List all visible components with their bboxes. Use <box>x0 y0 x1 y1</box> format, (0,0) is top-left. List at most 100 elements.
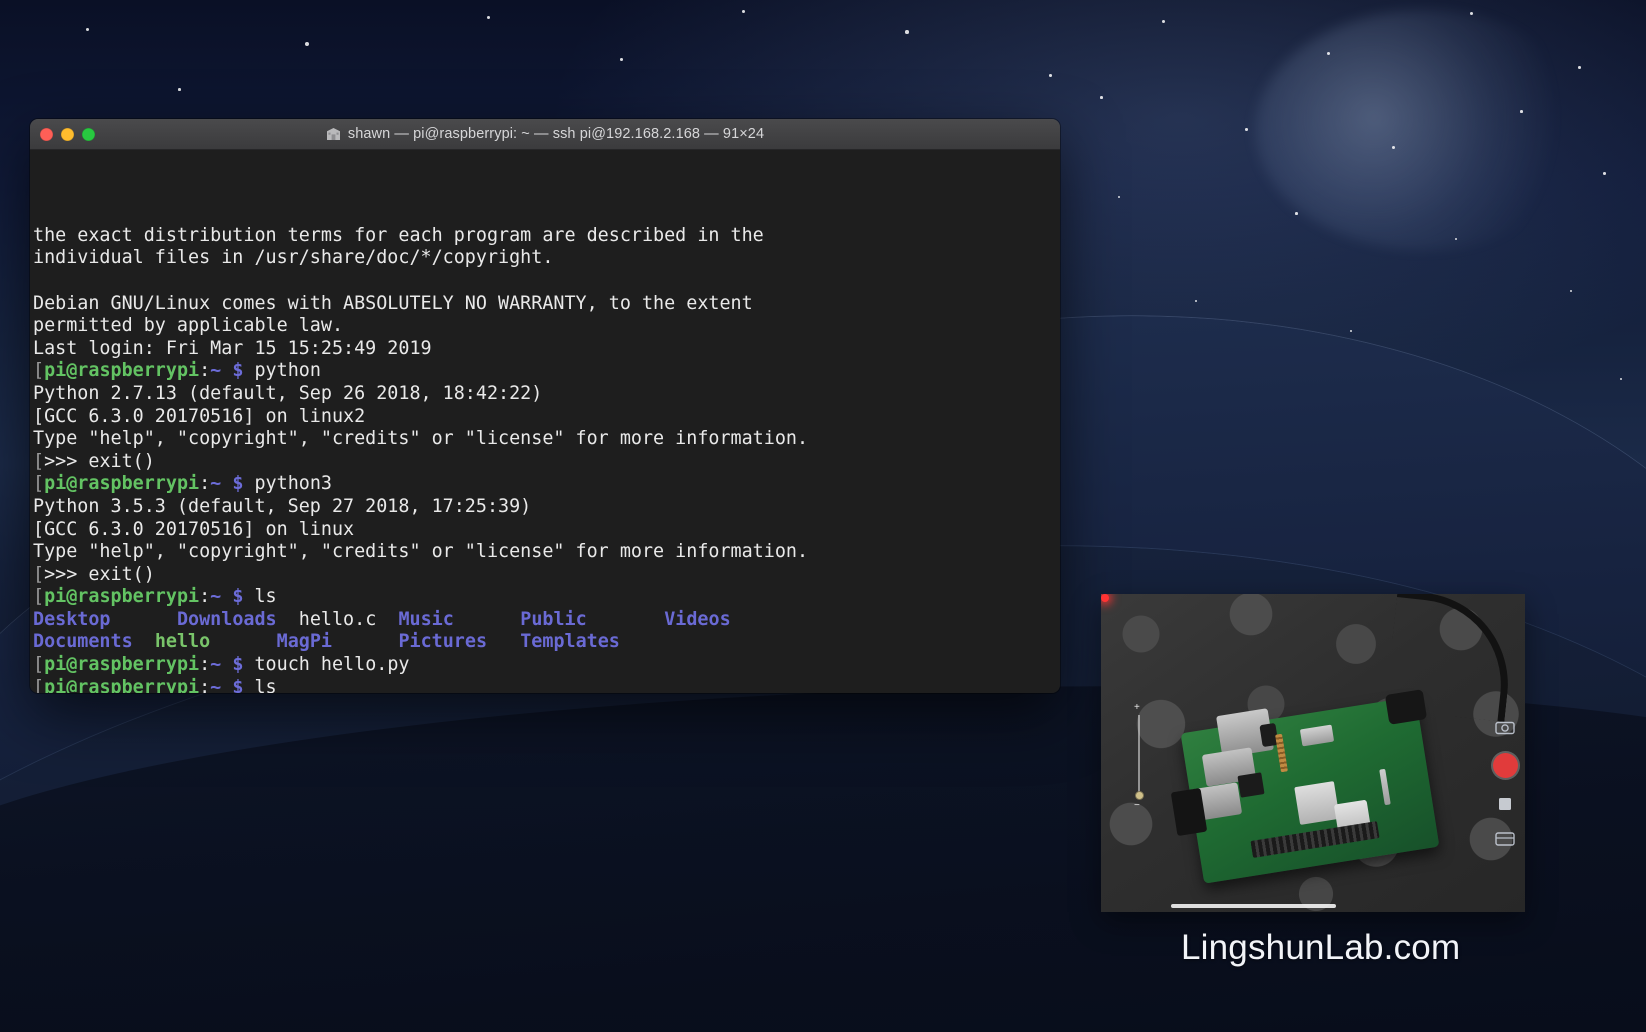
zoom-in-label: + <box>1134 702 1140 713</box>
record-button[interactable] <box>1492 753 1518 778</box>
star <box>1570 290 1573 293</box>
star <box>1162 20 1166 24</box>
close-button[interactable] <box>40 127 53 141</box>
prompt-user-host: pi@raspberrypi <box>44 360 200 382</box>
terminal-title-bar[interactable]: shawn — pi@raspberrypi: ~ — ssh pi@192.1… <box>30 119 1060 150</box>
ls-gap <box>454 609 520 630</box>
terminal-output-area[interactable]: the exact distribution terms for each pr… <box>30 150 1060 693</box>
settings-icon[interactable] <box>1494 830 1516 848</box>
ls-entry-pictures: Pictures <box>398 631 488 653</box>
star <box>487 16 491 20</box>
camera-icon[interactable] <box>1494 718 1516 736</box>
stop-icon[interactable] <box>1494 795 1516 813</box>
prompt-user-host: pi@raspberrypi <box>44 676 200 693</box>
terminal-text: Python 3.5.3 (default, Sep 27 2018, 17:2… <box>33 495 532 517</box>
prompt-user-host: pi@raspberrypi <box>44 654 200 676</box>
python-repl-line: [>>> exit() <box>33 451 1060 474</box>
prompt-bracket: [ <box>33 676 45 693</box>
terminal-text: Type "help", "copyright", "credits" or "… <box>33 428 809 450</box>
prompt-command: ls <box>243 676 277 693</box>
python3-banner-line: Python 3.5.3 (default, Sep 27 2018, 17:2… <box>33 496 1060 519</box>
star <box>742 10 745 13</box>
star <box>1620 378 1623 381</box>
terminal-prompt-line: [pi@raspberrypi:~ $ ls <box>33 677 1060 693</box>
python-repl-text: >>> exit() <box>44 450 155 472</box>
window-controls[interactable] <box>40 127 95 141</box>
ls-gap <box>332 631 398 652</box>
star <box>1455 238 1458 241</box>
prompt-command: ls <box>243 586 277 608</box>
prompt-command: touch hello.py <box>243 654 410 676</box>
star <box>1603 172 1606 175</box>
python-repl-text: >>> exit() <box>44 563 155 585</box>
star <box>1392 146 1395 149</box>
prompt-colon: : <box>199 586 211 608</box>
zoom-out-label: − <box>1134 800 1140 811</box>
ls-entry-videos: Videos <box>664 608 731 630</box>
ls-gap <box>376 609 398 630</box>
prompt-path: ~ <box>210 360 222 382</box>
star <box>1195 300 1198 303</box>
terminal-text: Debian GNU/Linux comes with ABSOLUTELY N… <box>33 292 753 314</box>
prompt-sigil: $ <box>232 654 244 676</box>
line-bracket: [ <box>33 563 45 585</box>
prompt-path: ~ <box>210 654 222 676</box>
capture-controls[interactable] <box>1488 718 1522 848</box>
star <box>86 28 89 31</box>
ls-entry-public: Public <box>520 608 587 630</box>
star <box>1118 196 1121 199</box>
terminal-text: Last login: Fri Mar 15 15:25:49 2019 <box>33 337 432 359</box>
terminal-window[interactable]: shawn — pi@raspberrypi: ~ — ssh pi@192.1… <box>30 119 1060 693</box>
zoom-slider[interactable]: + − <box>1132 703 1146 811</box>
ls-gap <box>277 609 299 630</box>
prompt-sigil: $ <box>232 473 244 495</box>
minimize-button[interactable] <box>61 127 74 141</box>
video-preview-overlay[interactable]: + − <box>1101 594 1525 912</box>
ls-gap <box>210 631 276 652</box>
ls-gap <box>111 609 177 630</box>
window-title: shawn — pi@raspberrypi: ~ — ssh pi@192.1… <box>347 126 765 142</box>
terminal-line: Last login: Fri Mar 15 15:25:49 2019 <box>33 338 1060 361</box>
terminal-prompt-line: [pi@raspberrypi:~ $ ls <box>33 586 1060 609</box>
terminal-text: [GCC 6.3.0 20170516] on linux <box>33 518 355 540</box>
zoom-slider-knob[interactable] <box>1134 791 1144 800</box>
star <box>1049 74 1052 77</box>
prompt-path: ~ <box>210 676 222 693</box>
terminal-text: Python 2.7.13 (default, Sep 26 2018, 18:… <box>33 382 543 404</box>
terminal-text: permitted by applicable law. <box>33 315 344 337</box>
prompt-sigil: $ <box>232 360 244 382</box>
video-frame: + − <box>1101 594 1525 912</box>
maximize-button[interactable] <box>82 127 95 141</box>
line-bracket: [ <box>33 450 45 472</box>
ls-entry-hello-c: hello.c <box>298 608 377 630</box>
prompt-sigil: $ <box>232 586 244 608</box>
ls-output-row: Documents hello MagPi Pictures Templates <box>33 631 1060 654</box>
terminal-text: Type "help", "copyright", "credits" or "… <box>33 541 809 563</box>
ls-entry-desktop: Desktop <box>33 608 111 630</box>
terminal-prompt-line: [pi@raspberrypi:~ $ python3 <box>33 473 1060 496</box>
terminal-text: individual files in /usr/share/doc/*/cop… <box>33 247 554 269</box>
star <box>620 58 623 61</box>
star <box>1100 96 1103 99</box>
prompt-bracket: [ <box>33 586 45 608</box>
zoom-slider-track[interactable] <box>1138 715 1140 797</box>
terminal-prompt-line: [pi@raspberrypi:~ $ touch hello.py <box>33 654 1060 677</box>
star <box>305 42 309 46</box>
pi-soc-chip <box>1294 781 1340 825</box>
ls-entry-downloads: Downloads <box>176 608 277 630</box>
ls-entry-music: Music <box>398 608 454 630</box>
prompt-command: python3 <box>243 473 332 495</box>
terminal-line: permitted by applicable law. <box>33 315 1060 338</box>
star <box>1350 330 1353 333</box>
star <box>1327 52 1330 55</box>
prompt-sigil: $ <box>232 676 244 693</box>
video-progress-bar[interactable] <box>1171 904 1336 908</box>
ls-gap <box>487 631 520 652</box>
star <box>1520 110 1523 113</box>
pi-power-cable <box>1385 594 1517 722</box>
terminal-text: the exact distribution terms for each pr… <box>33 224 764 246</box>
star <box>1295 212 1298 215</box>
ls-gap <box>587 609 665 630</box>
